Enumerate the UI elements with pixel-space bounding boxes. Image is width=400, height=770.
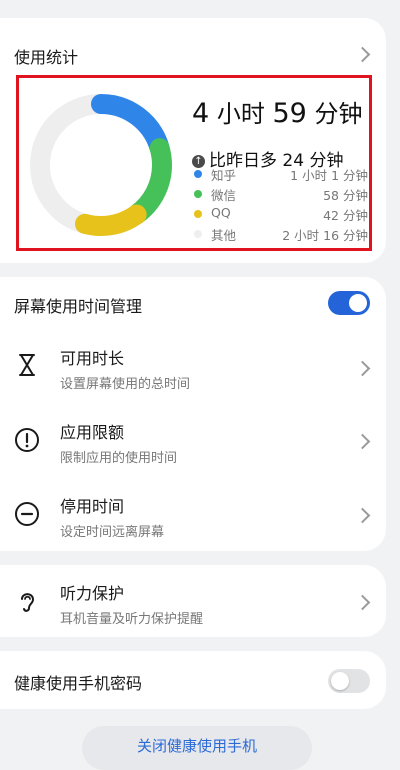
chevron-right-icon [354,360,371,377]
hourglass-icon [19,354,35,376]
chevron-right-icon[interactable] [354,46,371,63]
item-title: 停用时间 [60,497,125,516]
toggle-knob [349,294,367,312]
screen-time-card: 屏幕使用时间管理 可用时长 设置屏幕使用的总时间 应用限额 限制应用的使用时间 … [0,277,386,551]
health-password-row: 健康使用手机密码 [0,651,386,709]
chevron-right-icon [354,433,371,450]
hearing-protection-item[interactable]: 听力保护 耳机音量及听力保护提醒 [0,565,386,637]
item-title: 听力保护 [60,584,125,603]
screen-time-toggle[interactable] [328,291,370,315]
password-title: 健康使用手机密码 [14,674,143,693]
alert-circle-icon [15,428,39,452]
password-toggle[interactable] [328,669,370,693]
usage-stats-card[interactable]: 使用统计 4 小时 59 分钟 ↑ 比昨日多 24 分钟 知乎 1 小时 1 分钟… [0,18,386,263]
item-title: 可用时长 [60,349,125,368]
item-subtitle: 设置屏幕使用的总时间 [60,377,191,392]
usage-stats-title: 使用统计 [14,48,79,67]
chevron-right-icon [354,507,371,524]
minus-circle-icon [15,502,39,526]
close-healthy-usage-button[interactable]: 关闭健康使用手机 [82,726,312,770]
item-subtitle: 耳机音量及听力保护提醒 [60,612,204,627]
highlight-box [16,75,372,251]
item-subtitle: 设定时间远离屏幕 [60,525,165,540]
item-title: 应用限额 [60,423,125,442]
chevron-right-icon [354,594,371,611]
ear-icon [21,593,35,612]
screen-time-title: 屏幕使用时间管理 [14,297,143,316]
toggle-knob [331,672,349,690]
item-subtitle: 限制应用的使用时间 [60,451,178,466]
